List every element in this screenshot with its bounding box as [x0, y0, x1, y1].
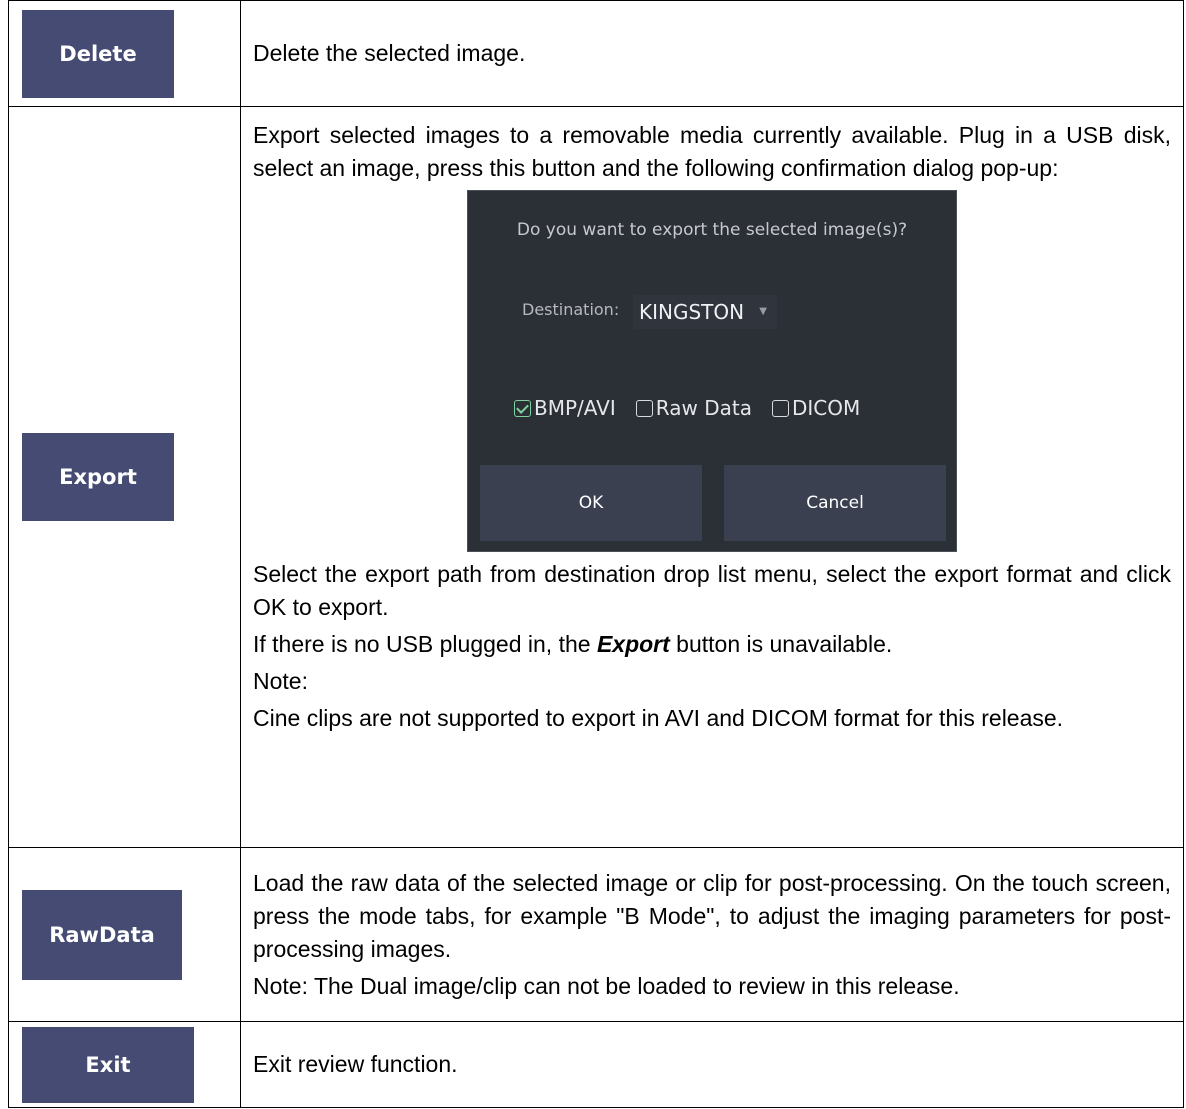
description-cell: Exit review function. [240, 1021, 1184, 1108]
checkbox-icon[interactable] [635, 399, 653, 417]
option-label: BMP/AVI [534, 396, 616, 420]
chevron-down-icon: ▼ [759, 306, 767, 317]
delete-button[interactable]: Delete [22, 9, 174, 98]
description-cell: Delete the selected image. [240, 0, 1184, 107]
delete-description: Delete the selected image. [253, 40, 526, 66]
button-cell: RawData [8, 847, 241, 1022]
button-cell: Exit [8, 1021, 241, 1108]
table-row-delete: Delete Delete the selected image. [8, 0, 1184, 107]
dialog-question: Do you want to export the selected image… [516, 220, 908, 240]
table-row-export: Export Export selected images to a remov… [8, 106, 1184, 848]
export-button[interactable]: Export [22, 433, 174, 521]
rawdata-description: Load the raw data of the selected image … [253, 869, 1171, 962]
checkbox-checked-icon[interactable] [514, 399, 531, 417]
destination-value: KINGSTON [639, 300, 745, 324]
export-intro: Export selected images to a removable me… [253, 122, 1171, 181]
no-usb-suffix: button is unavailable. [669, 631, 893, 657]
rawdata-button[interactable]: RawData [22, 889, 182, 980]
button-cell: Delete [8, 0, 241, 107]
function-table: Delete Delete the selected image. Export… [8, 0, 1184, 1108]
exit-description: Exit review function. [253, 1051, 458, 1077]
export-confirm-dialog: Do you want to export the selected image… [467, 190, 957, 552]
destination-dropdown[interactable]: KINGSTON ▼ [633, 295, 777, 329]
export-note-text: Cine clips are not supported to export i… [253, 705, 1064, 731]
button-cell: Export [8, 106, 241, 848]
no-usb-emphasis: Export [596, 631, 670, 657]
format-options: BMP/AVI Raw Data DICOM [514, 395, 860, 421]
option-bmp-avi[interactable]: BMP/AVI [514, 395, 616, 421]
export-after-dialog: Select the export path from destination … [253, 561, 1171, 620]
description-cell: Export selected images to a removable me… [240, 106, 1184, 848]
rawdata-note: Note: The Dual image/clip can not be loa… [253, 972, 960, 999]
option-label: DICOM [791, 396, 861, 420]
option-raw-data[interactable]: Raw Data [635, 395, 752, 421]
description-cell: Load the raw data of the selected image … [240, 847, 1184, 1022]
table-row-exit: Exit Exit review function. [8, 1021, 1184, 1108]
export-no-usb-note: If there is no USB plugged in, the Expor… [253, 628, 1171, 661]
exit-button[interactable]: Exit [22, 1026, 194, 1103]
ok-button[interactable]: OK [480, 465, 702, 541]
cancel-button[interactable]: Cancel [724, 465, 946, 541]
option-dicom[interactable]: DICOM [771, 395, 861, 421]
destination-label: Destination: [522, 300, 620, 319]
no-usb-prefix: If there is no USB plugged in, the [253, 631, 597, 657]
checkbox-icon[interactable] [771, 399, 789, 417]
table-row-rawdata: RawData Load the raw data of the selecte… [8, 847, 1184, 1022]
dialog-wrapper: Do you want to export the selected image… [253, 185, 1171, 558]
option-label: Raw Data [655, 396, 752, 420]
note-label: Note: [253, 668, 308, 694]
